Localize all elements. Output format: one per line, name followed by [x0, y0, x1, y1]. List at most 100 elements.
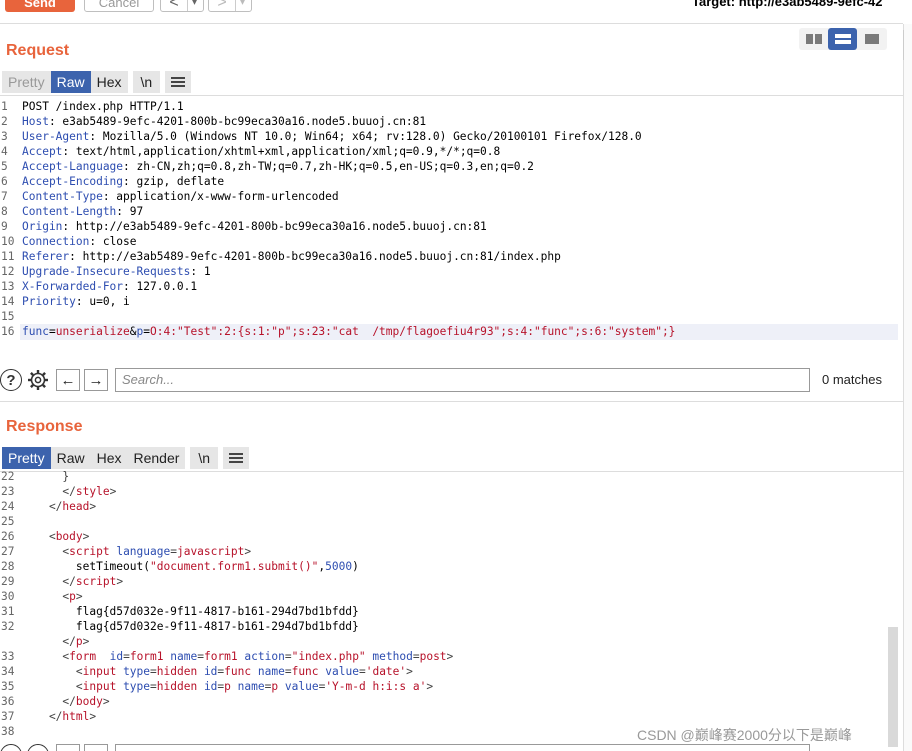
code-token: 'Y-m-d h:i:s a' [325, 680, 427, 693]
code-token: hidden [156, 680, 198, 693]
code-line[interactable]: 25 [0, 514, 886, 529]
code-token: Content-Type [22, 190, 103, 203]
code-line[interactable]: 5 Accept-Language: zh-CN,zh;q=0.8,zh-TW;q… [0, 159, 900, 174]
code-line[interactable]: 31 flag{d57d032e-9f11-4817-b161-294d7bd1… [0, 604, 886, 619]
code-token: method [372, 650, 413, 663]
layout-tabs-icon[interactable] [857, 28, 886, 50]
response-tab-hex[interactable]: Hex [90, 447, 128, 469]
response-search-row [0, 744, 912, 751]
line-number: 11 [1, 250, 15, 263]
code-token: name [237, 680, 265, 693]
code-line[interactable]: 30 <p> [0, 589, 886, 604]
settings-gear-icon[interactable] [26, 368, 50, 392]
history-back-dropdown-icon[interactable]: ▾ [187, 0, 201, 11]
code-line[interactable]: 3 User-Agent: Mozilla/5.0 (Windows NT 10.… [0, 129, 900, 144]
code-line[interactable]: 28 setTimeout("document.form1.submit()",… [0, 559, 886, 574]
code-token: Upgrade-Insecure-Requests [22, 265, 191, 278]
request-tab-pretty[interactable]: Pretty [2, 71, 51, 93]
response-menu-icon[interactable] [223, 447, 250, 469]
line-number: 28 [1, 560, 15, 573]
line-code: Accept-Language: zh-CN,zh;q=0.8,zh-TW;q=… [22, 159, 534, 174]
code-line[interactable]: 32 flag{d57d032e-9f11-4817-b161-294d7bd1… [0, 619, 886, 634]
response-tab-pretty[interactable]: Pretty [2, 447, 51, 469]
response-scrollbar-thumb[interactable] [888, 627, 898, 747]
request-tab-newline[interactable]: \n [132, 71, 161, 93]
request-search-input[interactable]: Search... [115, 368, 810, 392]
layout-switch[interactable] [799, 28, 887, 50]
layout-stacked-icon[interactable] [828, 28, 857, 50]
code-line[interactable]: 11 Referer: http://e3ab5489-9efc-4201-800… [0, 249, 900, 264]
cancel-button[interactable]: Cancel [84, 0, 154, 12]
code-line[interactable]: 7 Content-Type: application/x-www-form-ur… [0, 189, 900, 204]
code-token: = [412, 650, 420, 663]
target-label[interactable]: Target: http://e3ab5489-9efc-42 [692, 0, 883, 10]
code-line[interactable]: 26 <body> [0, 529, 886, 544]
response-tab-newline[interactable]: \n [190, 447, 219, 469]
request-tab-hex[interactable]: Hex [90, 71, 128, 93]
code-line[interactable]: 33 <form id=form1 name=form1 action="ind… [0, 649, 886, 664]
code-line[interactable]: 29 </script> [0, 574, 886, 589]
code-line[interactable]: </p> [0, 634, 886, 649]
request-menu-icon[interactable] [165, 71, 192, 93]
code-line[interactable]: 10 Connection: close [0, 234, 900, 249]
code-line[interactable]: 9 Origin: http://e3ab5489-9efc-4201-800b-… [0, 219, 900, 234]
history-back-group[interactable]: < ▾ [160, 0, 204, 12]
code-token: body [75, 695, 103, 708]
line-code: </script> [22, 574, 123, 589]
code-token: User-Agent [22, 130, 90, 143]
code-line[interactable]: 36 </body> [0, 694, 886, 709]
code-line[interactable]: 4 Accept: text/html,application/xhtml+xml… [0, 144, 900, 159]
response-help-icon[interactable] [0, 744, 22, 751]
line-number: 33 [1, 650, 15, 663]
history-back-button[interactable]: < [161, 0, 187, 11]
code-token: form1 [129, 650, 164, 663]
response-editor[interactable]: 22 } 23 </style> 24 </head> 25 26 <body> 27 <… [0, 469, 886, 741]
code-token: Accept-Language [22, 160, 124, 173]
response-search-input[interactable] [115, 744, 810, 751]
line-code: </p> [22, 634, 89, 649]
code-line[interactable]: 22 } [0, 469, 886, 484]
code-line[interactable]: 34 <input type=hidden id=func name=func … [0, 664, 886, 679]
line-code: User-Agent: Mozilla/5.0 (Windows NT 10.0… [22, 129, 642, 144]
code-token: form1 [203, 650, 238, 663]
history-forward-group[interactable]: > ▾ [208, 0, 252, 12]
code-token: : zh-CN,zh;q=0.8,zh-TW;q=0.7,zh-HK;q=0.5… [123, 160, 534, 173]
code-line[interactable]: 12 Upgrade-Insecure-Requests: 1 [0, 264, 900, 279]
code-token: input [82, 665, 117, 678]
code-token: > [446, 650, 454, 663]
code-line[interactable]: 23 </style> [0, 484, 886, 499]
send-button[interactable]: Send [5, 0, 75, 12]
window-scrollbar[interactable] [903, 24, 912, 751]
layout-side-by-side-icon[interactable] [799, 28, 828, 50]
code-line[interactable]: 2 Host: e3ab5489-9efc-4201-800b-bc99eca30… [0, 114, 900, 129]
code-token: > [82, 635, 90, 648]
code-line[interactable]: 35 <input type=hidden id=p name=p value=… [0, 679, 886, 694]
code-token: id [203, 680, 218, 693]
help-icon[interactable]: ? [0, 369, 22, 391]
code-line[interactable]: 15 [0, 309, 900, 324]
search-next-icon[interactable]: → [84, 369, 108, 391]
request-editor[interactable]: 1 POST /index.php HTTP/1.1 2 Host: e3ab5489… [0, 99, 900, 354]
response-settings-gear-icon[interactable] [27, 744, 49, 751]
code-line[interactable]: 37 </html> [0, 709, 886, 724]
search-prev-icon[interactable]: ← [56, 369, 80, 391]
code-line[interactable]: 6 Accept-Encoding: gzip, deflate [0, 174, 900, 189]
response-search-next-icon[interactable] [84, 744, 108, 751]
line-code: POST /index.php HTTP/1.1 [22, 99, 184, 114]
response-tab-raw[interactable]: Raw [50, 447, 91, 469]
code-line[interactable]: 14 Priority: u=0, i [0, 294, 900, 309]
response-search-prev-icon[interactable] [56, 744, 80, 751]
code-line[interactable]: 16 func=unserialize&p=O:4:"Test":2:{s:1:"… [0, 324, 900, 339]
code-line[interactable]: 8 Content-Length: 97 [0, 204, 900, 219]
code-line[interactable]: 24 </head> [0, 499, 886, 514]
code-line[interactable]: 13 X-Forwarded-For: 127.0.0.1 [0, 279, 900, 294]
response-tab-render[interactable]: Render [127, 447, 186, 469]
code-line[interactable]: 1 POST /index.php HTTP/1.1 [0, 99, 900, 114]
history-forward-button[interactable]: > [209, 0, 235, 11]
code-line[interactable]: 27 <script language=javascript> [0, 544, 886, 559]
request-tab-raw[interactable]: Raw [50, 71, 91, 93]
history-forward-dropdown-icon[interactable]: ▾ [235, 0, 249, 11]
line-number: 30 [1, 590, 15, 603]
